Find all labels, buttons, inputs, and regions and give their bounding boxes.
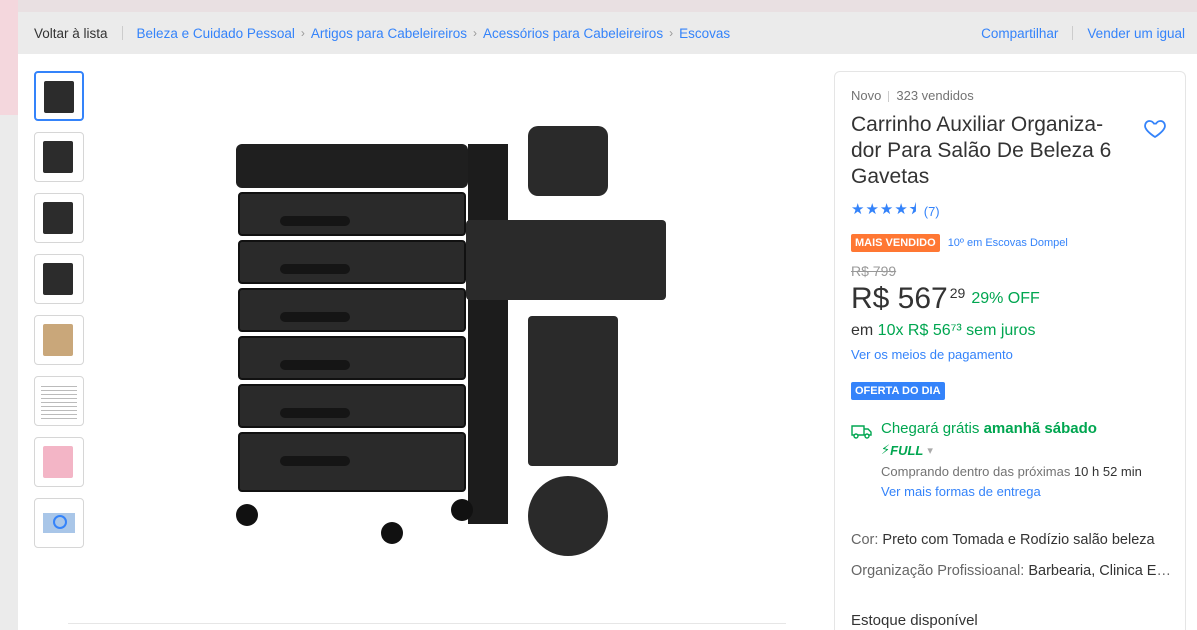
chevron-right-icon: ›: [300, 26, 305, 40]
back-to-list-link[interactable]: Voltar à lista: [34, 26, 108, 41]
shipping-prefix: Chegará grátis: [881, 420, 984, 437]
product-card: Novo 323 vendidos Carrinho Auxiliar Organ…: [18, 54, 1197, 630]
badges: MAIS VENDIDO 10º em Escovas Dompel: [851, 234, 1169, 252]
breadcrumb-item-beleza[interactable]: Beleza e Cuidado Pessoal: [137, 26, 295, 41]
cart-drawer: [238, 192, 466, 236]
cart-wheel: [236, 504, 258, 526]
sold-count: 323 vendidos: [896, 88, 974, 103]
rating[interactable]: ★★★★⯨ (7): [851, 199, 1169, 224]
cart-drawer: [238, 336, 466, 380]
share-link[interactable]: Compartilhar: [981, 26, 1058, 41]
page-background: [0, 0, 1197, 12]
shipping-info: Chegará grátis amanhã sábado ⚡ FULL ▾ Comp…: [851, 420, 1169, 499]
breadcrumb-item-escovas[interactable]: Escovas: [679, 26, 730, 41]
sell-similar-link[interactable]: Vender um igual: [1087, 26, 1185, 41]
cart-illustration: [236, 134, 508, 544]
breadcrumb: Voltar à lista Beleza e Cuidado Pessoal …: [18, 12, 1197, 54]
detail-inset-open-cart: [466, 220, 666, 300]
cart-drawer: [238, 384, 466, 428]
breadcrumb-actions: Compartilhar Vender um igual: [981, 26, 1185, 41]
detail-inset-socket: [528, 126, 608, 196]
variation-color-label: Cor:: [851, 532, 883, 548]
cart-wheel: [451, 499, 473, 521]
installments-prefix: em: [851, 322, 878, 339]
buy-box: Novo 323 vendidos Carrinho Auxiliar Organ…: [834, 71, 1186, 630]
thumbnail-list: [34, 71, 84, 559]
within-time: 10 h 52 min: [1073, 464, 1142, 479]
thumbnail-image: [43, 324, 73, 356]
within-prefix: Comprando dentro das próximas: [881, 464, 1074, 479]
thumbnail-5[interactable]: [34, 315, 84, 365]
variation-color-value: Preto com Tomada e Rodízio salão beleza: [882, 532, 1155, 548]
truck-icon: [851, 425, 872, 439]
price: R$ 567 29 29% OFF: [851, 282, 1169, 316]
main-product-image[interactable]: [228, 124, 668, 584]
lightning-icon: ⚡: [881, 442, 891, 457]
cart-drawer: [238, 240, 466, 284]
divider: [1072, 26, 1074, 40]
thumbnail-1[interactable]: [34, 71, 84, 121]
thumbnail-image: [44, 81, 74, 113]
breadcrumb-item-acessorios[interactable]: Acessórios para Cabeleireiros: [483, 26, 663, 41]
price-cents: 29: [949, 285, 966, 301]
cart-top-tray: [236, 144, 468, 188]
deal-of-day-badge: OFERTA DO DIA: [851, 382, 945, 400]
condition: Novo: [851, 88, 882, 103]
chevron-right-icon: ›: [669, 26, 674, 40]
detail-inset-bottles: [528, 476, 608, 556]
play-icon: [43, 513, 75, 533]
condition-line: Novo 323 vendidos: [851, 88, 1169, 103]
thumbnail-video[interactable]: [34, 498, 84, 548]
more-delivery-link[interactable]: Ver mais formas de entrega: [881, 484, 1142, 499]
cart-side-panel: [468, 144, 508, 524]
category-ranking-link[interactable]: 10º em Escovas Dompel: [948, 237, 1068, 249]
shipping-day: amanhã sábado: [983, 420, 1097, 437]
thumbnail-4[interactable]: [34, 254, 84, 304]
discount-label: 29% OFF: [971, 290, 1040, 307]
thumbnail-image: [43, 263, 73, 295]
thumbnail-image: [41, 383, 77, 419]
breadcrumb-item-artigos[interactable]: Artigos para Cabeleireiros: [311, 26, 467, 41]
product-title: Carrinho Auxiliar Organiza-dor Para Salã…: [851, 113, 1112, 188]
variation-color[interactable]: Cor: Preto com Tomada e Rodízio salão be…: [851, 532, 1171, 548]
variation-organization[interactable]: Organização Profissioanal: Barbearia, Cl…: [851, 563, 1171, 579]
installments: em 10x R$ 56⁷³ sem juros: [851, 322, 1169, 340]
cart-wheel: [381, 522, 403, 544]
delivery-window: Comprando dentro das próximas 10 h 52 mi…: [881, 464, 1142, 479]
heart-icon[interactable]: [1143, 116, 1167, 140]
star-rating-icon: ★★★★⯨: [851, 201, 918, 218]
chevron-right-icon: ›: [472, 26, 477, 40]
best-seller-badge: MAIS VENDIDO: [851, 234, 940, 252]
shipping-text: Chegará grátis amanhã sábado: [881, 420, 1142, 437]
detail-inset-side-cart: [528, 316, 618, 466]
full-label: FULL: [890, 442, 924, 458]
thumbnail-6[interactable]: [34, 376, 84, 426]
variation-organization-value: Barbearia, Clinica Estética: [1028, 563, 1171, 579]
thumbnail-image: [43, 141, 73, 173]
cart-drawer: [238, 288, 466, 332]
thumbnail-7[interactable]: [34, 437, 84, 487]
divider: [121, 26, 123, 40]
review-count[interactable]: (7): [924, 204, 940, 219]
divider: [68, 623, 786, 624]
thumbnail-3[interactable]: [34, 193, 84, 243]
installments-value: 10x R$ 56⁷³ sem juros: [877, 322, 1036, 339]
variation-organization-label: Organização Profissioanal:: [851, 563, 1029, 579]
full-badge[interactable]: ⚡ FULL ▾: [881, 442, 1142, 458]
thumbnail-2[interactable]: [34, 132, 84, 182]
chevron-down-icon: ▾: [927, 444, 933, 457]
price-main: R$ 567: [851, 282, 948, 315]
page-background-left: [0, 0, 18, 115]
stock-status: Estoque disponível: [851, 612, 978, 629]
payment-methods-link[interactable]: Ver os meios de pagamento: [851, 347, 1169, 362]
thumbnail-image: [43, 202, 73, 234]
cart-drawer: [238, 432, 466, 492]
thumbnail-image: [43, 446, 73, 478]
original-price: R$ 799: [851, 263, 897, 279]
